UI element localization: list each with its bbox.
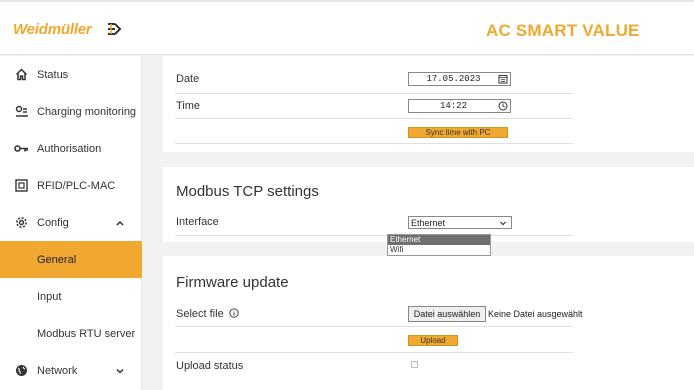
sidebar-item-input[interactable]: Input xyxy=(0,278,142,315)
interface-dropdown-list: Ethernet Wifi xyxy=(387,234,491,256)
upload-status-checkbox[interactable] xyxy=(411,361,418,368)
sidebar: Status Charging monitoring Authorisation… xyxy=(0,56,142,390)
divider xyxy=(175,93,573,94)
divider xyxy=(175,352,573,353)
select-file-label: Select file xyxy=(176,308,239,320)
date-input[interactable]: 17.05.2023 xyxy=(408,72,511,86)
app-header: Weidmüller AC SMART VALUE xyxy=(0,0,694,55)
upload-button[interactable]: Upload xyxy=(408,335,458,346)
sidebar-item-label: Authorisation xyxy=(37,142,102,155)
sidebar-item-label: Input xyxy=(37,290,62,303)
sidebar-item-modbus-rtu-server[interactable]: Modbus RTU server xyxy=(0,315,142,352)
section-title-firmware: Firmware update xyxy=(176,274,289,291)
sidebar-item-authorisation[interactable]: Authorisation xyxy=(0,130,142,167)
brand-logo: Weidmüller xyxy=(13,21,92,38)
time-label: Time xyxy=(176,100,201,112)
sidebar-item-label: Network xyxy=(37,364,78,377)
divider xyxy=(175,326,573,327)
sidebar-item-label: General xyxy=(37,253,77,266)
sidebar-item-general[interactable]: General xyxy=(0,241,142,278)
info-icon[interactable] xyxy=(229,308,239,318)
globe-icon xyxy=(14,363,29,378)
interface-label: Interface xyxy=(176,216,219,228)
firmware-update-card: Firmware update Select file Datei auswäh… xyxy=(163,256,694,390)
home-icon xyxy=(14,67,29,82)
gear-icon xyxy=(14,215,29,230)
interface-select[interactable]: Ethernet xyxy=(408,216,512,229)
section-title-modbus: Modbus TCP settings xyxy=(176,183,319,200)
key-icon xyxy=(14,141,29,156)
sidebar-item-config[interactable]: Config xyxy=(0,204,142,241)
sidebar-item-network[interactable]: Network xyxy=(0,352,142,389)
upload-status-label: Upload status xyxy=(176,360,244,372)
sidebar-item-charging-monitoring[interactable]: Charging monitoring xyxy=(0,93,142,130)
calendar-icon[interactable] xyxy=(498,74,508,84)
no-file-selected-text: Keine Datei ausgewählt xyxy=(488,309,583,319)
sidebar-item-label: RFID/PLC-MAC xyxy=(37,179,116,192)
date-value: 17.05.2023 xyxy=(426,74,481,84)
select-file-label-text: Select file xyxy=(176,308,224,320)
sidebar-item-label: Charging monitoring xyxy=(37,105,137,118)
interface-selected-value: Ethernet xyxy=(411,217,446,228)
rfid-icon xyxy=(14,178,29,193)
sync-time-button[interactable]: Sync time with PC xyxy=(408,127,508,138)
divider xyxy=(175,143,573,144)
divider xyxy=(175,235,573,236)
sidebar-item-rfid[interactable]: RFID/PLC-MAC xyxy=(0,167,142,204)
app-title: AC SMART VALUE xyxy=(486,21,640,40)
sidebar-item-label: Config xyxy=(37,216,69,229)
time-value: 14:22 xyxy=(439,101,467,111)
weidmuller-mark-icon xyxy=(108,23,122,35)
choose-file-button[interactable]: Datei auswählen xyxy=(408,306,486,322)
date-label: Date xyxy=(176,73,200,85)
clock-icon[interactable] xyxy=(498,101,508,111)
time-input[interactable]: 14:22 xyxy=(408,99,511,113)
interface-option-ethernet[interactable]: Ethernet xyxy=(388,235,490,245)
chevron-down-icon xyxy=(116,368,124,374)
chevron-down-icon xyxy=(500,221,506,226)
sidebar-item-status[interactable]: Status xyxy=(0,56,142,93)
interface-option-wifi[interactable]: Wifi xyxy=(388,245,490,255)
main-content: Date 17.05.2023 Time 14:22 Sync time wit… xyxy=(142,56,694,390)
divider xyxy=(175,118,573,119)
chevron-up-icon xyxy=(116,220,124,226)
sidebar-item-label: Status xyxy=(37,68,69,81)
charging-icon xyxy=(14,104,29,119)
time-settings-card: Date 17.05.2023 Time 14:22 Sync time wit… xyxy=(163,56,694,152)
sidebar-item-label: Modbus RTU server xyxy=(37,327,136,340)
modbus-tcp-card: Modbus TCP settings Interface Ethernet xyxy=(163,167,694,242)
